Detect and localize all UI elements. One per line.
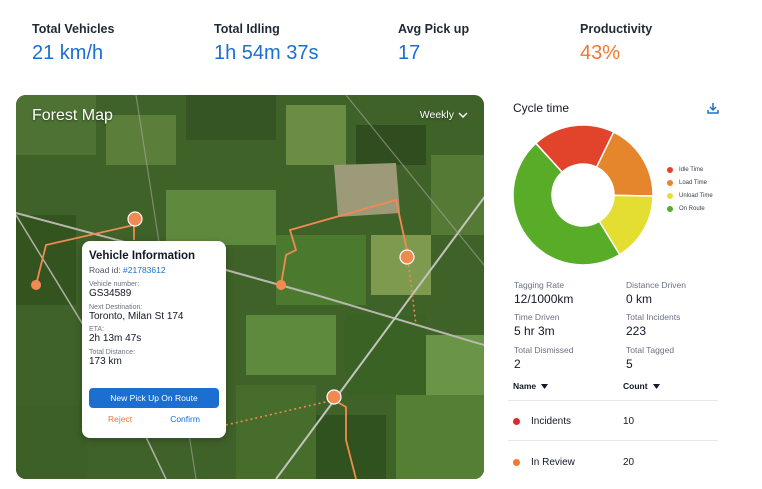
eta-value: 2h 13m 47s [89,333,142,344]
metric-total-tagged: Total Tagged 5 [626,345,674,371]
metric-total-dismissed: Total Dismissed 2 [514,345,574,371]
metric-label: Tagging Rate [514,280,565,290]
metric-label: Time Driven [514,312,560,322]
metric-distance-driven: Distance Driven 0 km [626,280,686,306]
metric-tagging-rate: Tagging Rate 12/1000km [514,280,573,306]
stat-avg-pickup: Avg Pick up 17 [398,22,469,65]
sort-down-icon [541,383,549,389]
vehicle-info-popup: Vehicle Information Road id: #21783612 V… [82,241,226,438]
stat-total-vehicles: Total Vehicles 21 km/h [32,22,114,65]
metric-value: 5 [626,357,633,371]
legend-label: Load Time [679,179,708,186]
legend-dot [667,179,673,186]
metric-value: 223 [626,324,647,338]
legend-item-on-route: On Route [667,202,713,215]
row-count-in-review: 20 [623,457,635,468]
metric-value: 2 [514,357,521,371]
stat-label: Productivity [580,22,653,36]
column-header-label: Name [513,381,537,391]
cycle-time-donut-chart [512,124,654,266]
legend-item-idle: Idle Time [667,163,713,176]
column-header-count[interactable]: Count [623,381,660,391]
legend-label: On Route [679,205,705,212]
next-destination-label: Next Destination: [89,303,143,311]
row-name-in-review[interactable]: In Review [531,457,575,468]
status-dot-incidents [513,418,520,425]
divider [508,400,718,401]
road-id-link[interactable]: #21783612 [123,265,166,275]
stat-total-idling: Total Idling 1h 54m 37s [214,22,319,65]
sort-down-icon [652,383,660,389]
metric-value: 5 hr 3m [514,324,555,338]
stat-value: 21 km/h [32,42,104,64]
legend-dot [667,166,673,173]
row-name-incidents[interactable]: Incidents [531,416,571,427]
reject-button[interactable]: Reject [108,414,132,424]
download-icon[interactable] [706,101,720,115]
row-count-incidents: 10 [623,416,635,427]
popup-actions: Reject Confirm [89,414,219,424]
column-header-label: Count [623,381,648,391]
stat-label: Total Idling [214,22,280,36]
vehicle-number-label: Vehicle number: [89,281,140,288]
metric-total-incidents: Total Incidents 223 [626,312,680,338]
divider [508,440,718,441]
metric-label: Total Incidents [626,312,681,322]
vehicle-number-value: GS34589 [89,288,132,299]
eta-label: ETA: [89,326,105,333]
road-id: Road id: #21783612 [89,265,219,275]
column-header-name[interactable]: Name [513,381,549,391]
stat-value: 43% [580,42,621,64]
legend-item-unload: Unload Time [667,189,713,202]
status-dot-in-review [513,459,520,466]
map-title: Forest Map [32,107,113,124]
metric-value: 0 km [626,292,653,306]
stat-label: Avg Pick up [398,22,470,36]
legend-label: Unload Time [679,192,713,199]
road-id-prefix: Road id: [89,265,124,275]
legend-dot [667,205,673,212]
new-pickup-button[interactable]: New Pick Up On Route [89,388,219,408]
chevron-down-icon [458,112,468,119]
total-distance-value: 173 km [89,355,122,367]
metric-label: Total Dismissed [514,345,574,355]
map-range-dropdown[interactable]: Weekly [420,109,468,121]
metric-label: Total Tagged [626,345,675,355]
metric-label: Distance Driven [626,280,686,290]
map-range-label: Weekly [419,109,454,121]
stat-label: Total Vehicles [32,22,115,36]
metric-value: 12/1000km [514,292,574,306]
legend-item-load: Load Time [667,176,713,189]
legend-dot [667,192,673,199]
legend-label: Idle Time [679,166,704,173]
stat-value: 17 [398,42,421,64]
confirm-button[interactable]: Confirm [170,414,200,424]
total-distance-label: Total Distance: [89,348,135,356]
stat-value: 1h 54m 37s [214,42,319,64]
stat-productivity: Productivity 43% [580,22,652,65]
chart-legend: Idle Time Load Time Unload Time On Route [667,163,713,215]
cycle-time-title: Cycle time [513,101,570,115]
popup-title: Vehicle Information [89,250,196,262]
metric-time-driven: Time Driven 5 hr 3m [514,312,560,338]
forest-map[interactable]: Forest Map Weekly Vehicle Information Ro… [16,95,484,479]
next-destination-value: Toronto, Milan St 174 [89,310,184,322]
